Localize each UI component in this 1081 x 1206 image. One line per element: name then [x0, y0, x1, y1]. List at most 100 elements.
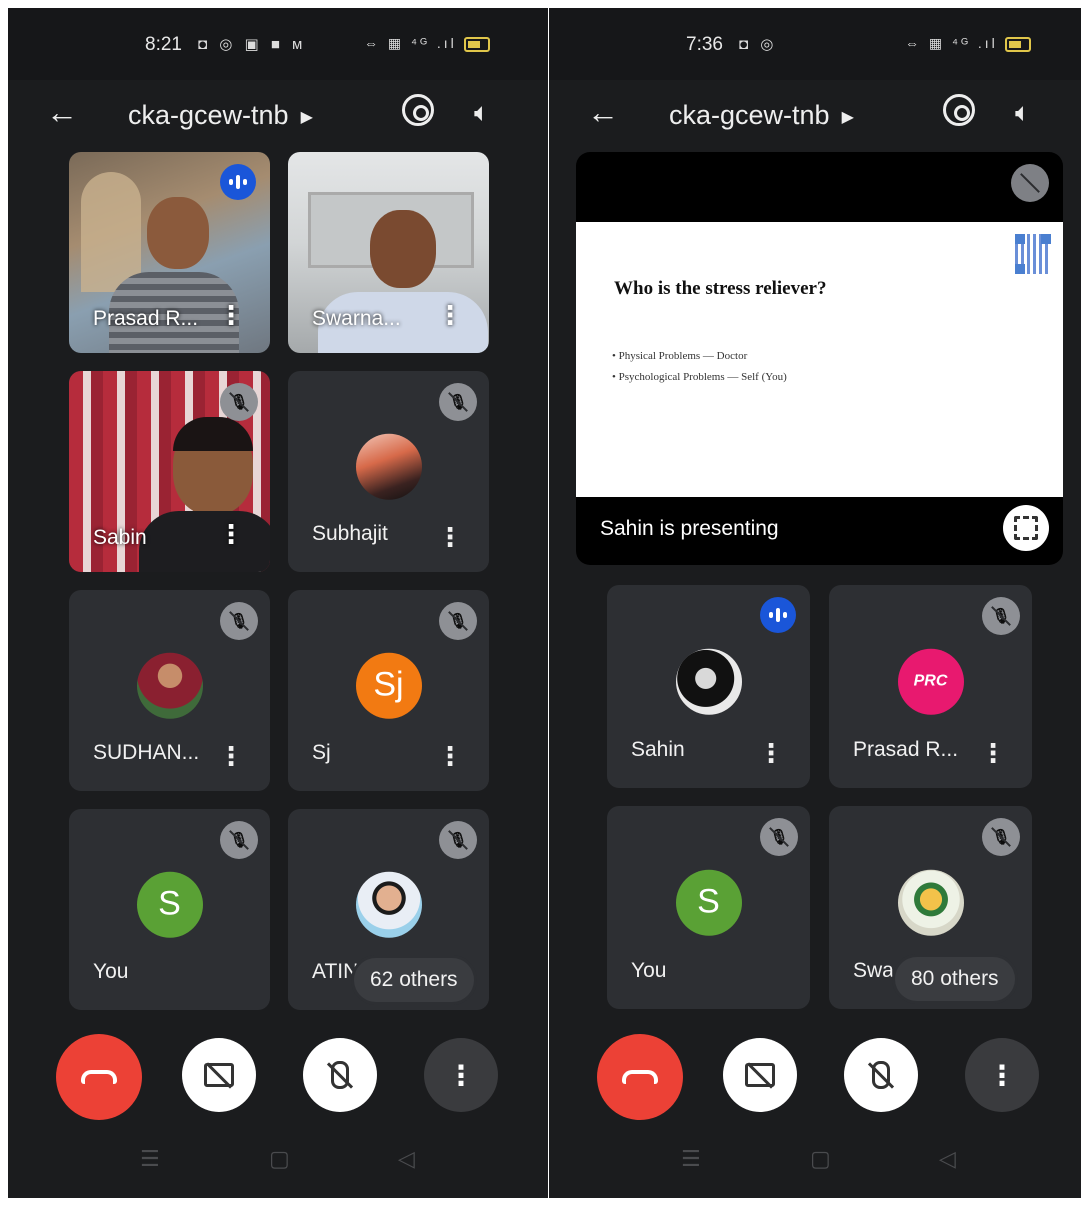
- avatar: PRC: [897, 648, 964, 715]
- qr-code-icon: [1015, 234, 1051, 274]
- home-icon[interactable]: ▢: [810, 1146, 831, 1172]
- participant-name: Swarna...: [312, 307, 401, 330]
- avatar: [136, 652, 203, 719]
- participant-tile-atin[interactable]: ATIN 62 others: [288, 809, 489, 1010]
- end-call-icon: [81, 1070, 117, 1084]
- participant-name: Prasad R...: [93, 307, 199, 330]
- more-vert-icon[interactable]: ⋮: [218, 743, 244, 769]
- speaking-indicator-icon: [760, 597, 796, 633]
- more-vert-icon[interactable]: ⋮: [980, 740, 1006, 766]
- call-controls: ⋮: [549, 1034, 1081, 1120]
- mic-off-icon: [982, 597, 1020, 635]
- avatar: S: [136, 871, 203, 938]
- more-options-button[interactable]: ⋮: [424, 1038, 498, 1112]
- slide-bullet: • Psychological Problems — Self (You): [612, 371, 787, 383]
- slide-bullets: • Physical Problems — Doctor • Psycholog…: [612, 346, 787, 388]
- mic-off-icon: [439, 821, 477, 859]
- back-arrow-icon[interactable]: ←: [587, 94, 619, 131]
- system-nav-bar: ☰ ▢ ◁: [8, 1128, 548, 1198]
- participant-tile-sahin[interactable]: Sahin ⋮: [607, 585, 810, 788]
- phone-screen-left: 8:21 ◘ ◎ ▣ ■ ᴍ ⇔ ▦ ⁴ᴳ .ıl ← cka-gcew-tnb…: [8, 8, 548, 1198]
- mic-off-icon: [220, 383, 258, 421]
- recents-icon[interactable]: ☰: [681, 1146, 701, 1172]
- speaking-indicator-icon: [220, 164, 256, 200]
- participant-tile-subhajit[interactable]: Subhajit ⋮: [288, 371, 489, 572]
- more-vert-icon[interactable]: ⋮: [437, 524, 463, 550]
- others-count-pill[interactable]: 62 others: [354, 958, 474, 1002]
- participant-name: Sabin: [93, 526, 147, 549]
- video-off-icon: [204, 1063, 234, 1087]
- end-call-icon: [622, 1070, 658, 1084]
- more-vert-icon[interactable]: ⋮: [758, 740, 784, 766]
- back-arrow-icon[interactable]: ←: [46, 94, 78, 131]
- camera-flip-icon[interactable]: [402, 94, 434, 126]
- more-vert-icon[interactable]: ⋮: [218, 300, 244, 331]
- participant-tile-sabin[interactable]: Sabin ⋮: [69, 371, 270, 572]
- presentation-tile[interactable]: Who is the stress reliever? • Physical P…: [576, 152, 1063, 565]
- call-controls: ⋮: [8, 1034, 548, 1120]
- participant-name: Subhajit: [312, 522, 388, 545]
- end-call-button[interactable]: [56, 1034, 142, 1120]
- back-icon[interactable]: ◁: [939, 1146, 956, 1172]
- more-vert-icon: ⋮: [447, 1059, 475, 1091]
- recents-icon[interactable]: ☰: [140, 1146, 160, 1172]
- battery-icon: [1004, 36, 1031, 52]
- participant-tile-you[interactable]: S You: [607, 806, 810, 1009]
- speaker-icon[interactable]: 🔈︎: [1015, 97, 1031, 129]
- phone-screen-right: 7:36 ◘ ◎ ⇔ ▦ ⁴ᴳ .ıl ← cka-gcew-tnb ▶ 🔈︎ W…: [549, 8, 1081, 1198]
- participant-name: You: [631, 959, 667, 982]
- more-vert-icon[interactable]: ⋮: [437, 300, 463, 331]
- participant-tile-sj[interactable]: Sj Sj ⋮: [288, 590, 489, 791]
- camera-toggle-button[interactable]: [723, 1038, 797, 1112]
- participant-name: You: [93, 960, 129, 983]
- participant-tile-swarna[interactable]: Swarna... ⋮: [288, 152, 489, 353]
- mic-off-icon: [982, 818, 1020, 856]
- caret-right-icon: ▶: [841, 108, 854, 126]
- others-count-pill[interactable]: 80 others: [895, 957, 1015, 1001]
- more-options-button[interactable]: ⋮: [965, 1038, 1039, 1112]
- mic-off-icon: [760, 818, 798, 856]
- notification-icons: ◘ ◎ ▣ ■ ᴍ: [198, 36, 307, 53]
- fullscreen-button[interactable]: [1003, 505, 1049, 551]
- mic-off-icon: [331, 1061, 349, 1089]
- battery-icon: [463, 36, 490, 52]
- participant-name: Sj: [312, 741, 331, 764]
- status-time: 7:36: [686, 34, 723, 55]
- avatar: [355, 871, 422, 938]
- camera-flip-icon[interactable]: [943, 94, 975, 126]
- end-call-button[interactable]: [597, 1034, 683, 1120]
- participant-tile-prasad[interactable]: PRC Prasad R... ⋮: [829, 585, 1032, 788]
- status-bar: 7:36 ◘ ◎ ⇔ ▦ ⁴ᴳ .ıl: [549, 8, 1081, 80]
- more-vert-icon[interactable]: ⋮: [218, 519, 244, 550]
- participant-tile-swa[interactable]: Swa 80 others: [829, 806, 1032, 1009]
- more-vert-icon: ⋮: [988, 1059, 1016, 1091]
- participant-name: ATIN: [312, 960, 359, 983]
- mic-off-icon: [439, 602, 477, 640]
- camera-toggle-button[interactable]: [182, 1038, 256, 1112]
- meeting-top-bar: ← cka-gcew-tnb ▶ 🔈︎: [549, 80, 1081, 152]
- participant-name: Sahin: [631, 738, 685, 761]
- speaker-icon[interactable]: 🔈︎: [474, 97, 490, 129]
- meeting-code[interactable]: cka-gcew-tnb ▶: [128, 100, 313, 131]
- participant-tile-sudhan[interactable]: SUDHAN... ⋮: [69, 590, 270, 791]
- fullscreen-icon: [1014, 516, 1038, 540]
- mic-off-icon: [439, 383, 477, 421]
- status-time: 8:21: [145, 34, 182, 55]
- meeting-code[interactable]: cka-gcew-tnb ▶: [669, 100, 854, 131]
- system-nav-bar: ☰ ▢ ◁: [549, 1128, 1081, 1198]
- home-icon[interactable]: ▢: [269, 1146, 290, 1172]
- status-bar: 8:21 ◘ ◎ ▣ ■ ᴍ ⇔ ▦ ⁴ᴳ .ıl: [8, 8, 548, 80]
- mic-off-icon: [872, 1061, 890, 1089]
- shared-slide: Who is the stress reliever? • Physical P…: [576, 222, 1063, 497]
- avatar: [675, 648, 742, 715]
- back-icon[interactable]: ◁: [398, 1146, 415, 1172]
- mic-toggle-button[interactable]: [303, 1038, 377, 1112]
- participant-name: Prasad R...: [853, 738, 959, 761]
- more-vert-icon[interactable]: ⋮: [437, 743, 463, 769]
- participant-name: SUDHAN...: [93, 741, 200, 764]
- meeting-top-bar: ← cka-gcew-tnb ▶ 🔈︎: [8, 80, 548, 152]
- participant-tile-prasad[interactable]: Prasad R... ⋮: [69, 152, 270, 353]
- mic-toggle-button[interactable]: [844, 1038, 918, 1112]
- participant-tile-you[interactable]: S You: [69, 809, 270, 1010]
- slide-title: Who is the stress reliever?: [614, 278, 827, 299]
